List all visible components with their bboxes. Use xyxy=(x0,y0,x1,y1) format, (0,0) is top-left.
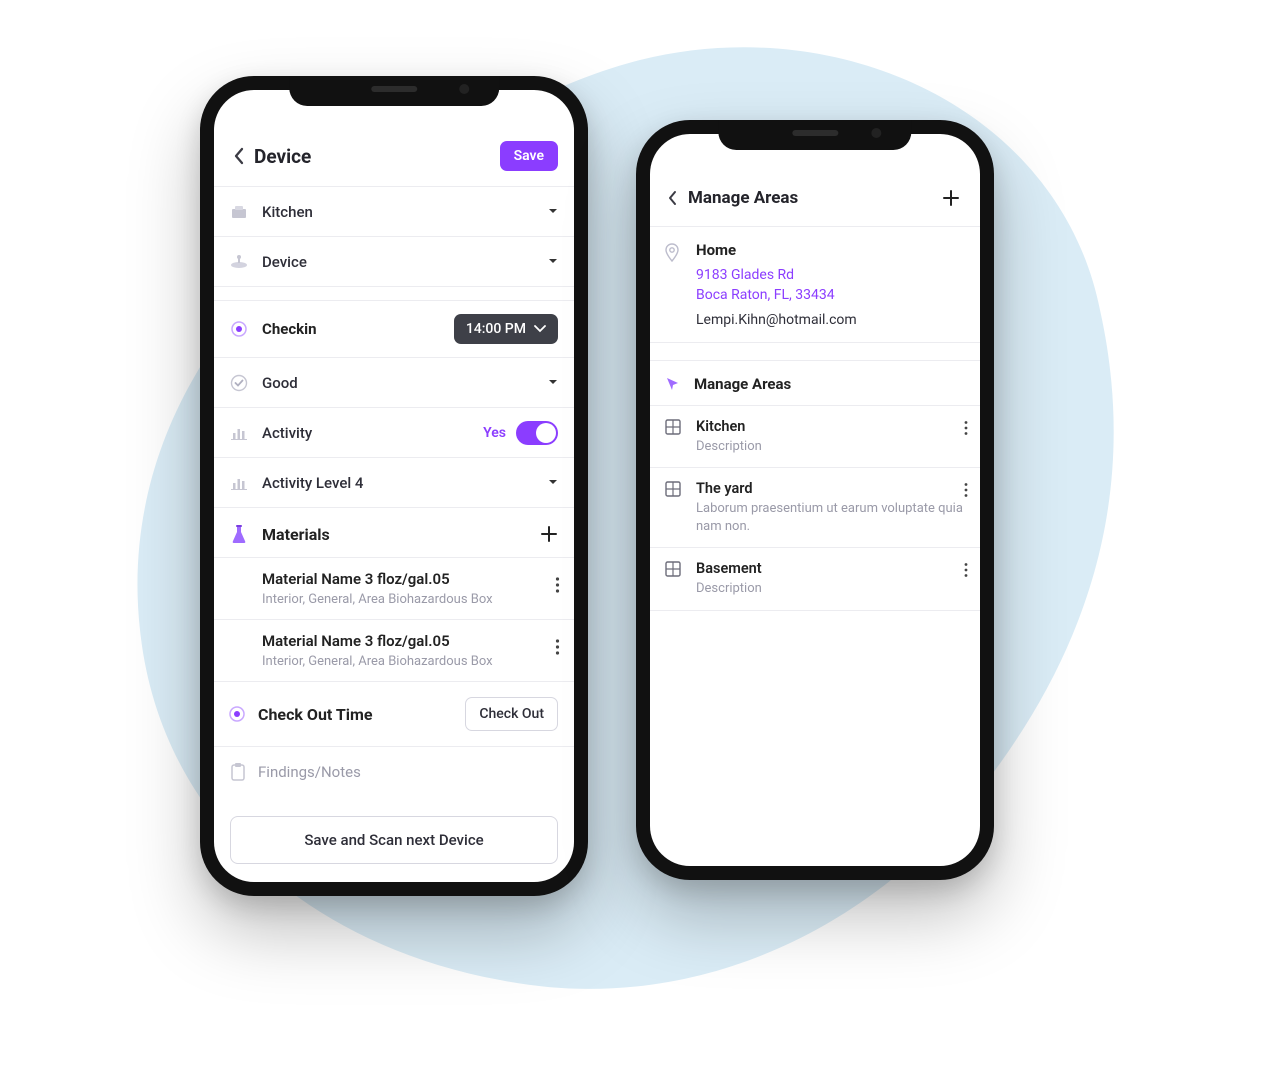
checkout-row: Check Out Time Check Out xyxy=(214,682,574,747)
activity-toggle[interactable] xyxy=(516,421,558,445)
check-badge-icon xyxy=(228,372,250,394)
area-subtitle: Laborum praesentium ut earum voluptate q… xyxy=(696,500,964,535)
material-title: Material Name 3 floz/gal.05 xyxy=(262,570,558,588)
area-title: Basement xyxy=(696,560,964,577)
activity-row: Activity Yes xyxy=(214,408,574,458)
notes-field[interactable]: Findings/Notes xyxy=(214,747,574,797)
layout-icon xyxy=(664,560,682,578)
area-subtitle: Description xyxy=(696,438,964,456)
row-label: Good xyxy=(262,374,536,392)
checkout-button[interactable]: Check Out xyxy=(465,697,558,731)
plus-icon xyxy=(942,189,960,207)
area-item[interactable]: Kitchen Description xyxy=(650,406,980,469)
caret-down-icon xyxy=(548,479,558,486)
add-material-button[interactable] xyxy=(540,525,558,543)
home-name: Home xyxy=(696,241,857,259)
device-icon xyxy=(228,251,250,273)
area-subtitle: Description xyxy=(696,580,964,598)
area-title: Kitchen xyxy=(696,418,964,435)
page-title: Manage Areas xyxy=(688,188,936,208)
pin-icon xyxy=(664,241,684,328)
more-menu-button[interactable] xyxy=(964,482,968,498)
areas-section-title: Manage Areas xyxy=(694,375,791,393)
area-title: The yard xyxy=(696,480,964,497)
materials-header-row: Materials xyxy=(214,508,574,558)
more-menu-button[interactable] xyxy=(964,420,968,436)
back-button[interactable] xyxy=(222,140,254,172)
chevron-left-icon xyxy=(233,147,244,165)
row-label: Activity Level 4 xyxy=(262,474,536,492)
section-gap xyxy=(650,343,980,361)
chevron-down-icon xyxy=(534,325,546,333)
material-title: Material Name 3 floz/gal.05 xyxy=(262,632,558,650)
material-item[interactable]: Material Name 3 floz/gal.05 Interior, Ge… xyxy=(214,558,574,620)
cursor-icon xyxy=(664,375,682,393)
kitchen-selector[interactable]: Kitchen xyxy=(214,187,574,237)
add-area-button[interactable] xyxy=(936,183,966,213)
home-info-block: Home 9183 Glades Rd Boca Raton, FL, 3343… xyxy=(650,227,980,343)
notes-placeholder: Findings/Notes xyxy=(258,763,361,781)
caret-down-icon xyxy=(548,208,558,215)
more-menu-button[interactable] xyxy=(555,576,560,594)
page-title: Device xyxy=(254,145,500,168)
section-gap xyxy=(214,287,574,301)
material-item[interactable]: Material Name 3 floz/gal.05 Interior, Ge… xyxy=(214,620,574,682)
area-item[interactable]: Basement Description xyxy=(650,548,980,611)
room-icon xyxy=(228,201,250,223)
row-label: Activity xyxy=(262,424,471,442)
phone-notch xyxy=(289,76,499,106)
flask-icon xyxy=(228,523,250,545)
material-subtitle: Interior, General, Area Biohazardous Box xyxy=(262,654,558,669)
area-item[interactable]: The yard Laborum praesentium ut earum vo… xyxy=(650,468,980,548)
activity-level-selector[interactable]: Activity Level 4 xyxy=(214,458,574,508)
save-scan-next-button[interactable]: Save and Scan next Device xyxy=(230,816,558,864)
phone-manage-areas: Manage Areas Home 9183 Glades Rd Boca Ra… xyxy=(636,120,994,880)
checkin-row: Checkin 14:00 PM xyxy=(214,301,574,358)
layout-icon xyxy=(664,418,682,436)
bar-chart-icon xyxy=(228,422,250,444)
row-label: Kitchen xyxy=(262,203,536,221)
more-menu-button[interactable] xyxy=(964,562,968,578)
target-icon xyxy=(228,318,250,340)
materials-title: Materials xyxy=(262,525,528,544)
home-address[interactable]: 9183 Glades Rd Boca Raton, FL, 33434 xyxy=(696,265,857,306)
phone-device-form: Device Save Kitchen Device xyxy=(200,76,588,896)
home-email: Lempi.Kihn@hotmail.com xyxy=(696,312,857,328)
save-button[interactable]: Save xyxy=(500,141,558,171)
caret-down-icon xyxy=(548,379,558,386)
chevron-left-icon xyxy=(667,190,677,206)
bar-chart-icon xyxy=(228,472,250,494)
back-button[interactable] xyxy=(656,182,688,214)
device-selector[interactable]: Device xyxy=(214,237,574,287)
more-menu-button[interactable] xyxy=(555,638,560,656)
row-label: Checkin xyxy=(262,320,442,338)
areas-section-header: Manage Areas xyxy=(650,361,980,406)
layout-icon xyxy=(664,480,682,498)
checkin-time-value: 14:00 PM xyxy=(466,321,526,337)
checkout-label: Check Out Time xyxy=(258,705,453,724)
clipboard-icon xyxy=(230,762,246,782)
header: Device Save xyxy=(214,130,574,187)
target-icon xyxy=(228,705,246,723)
row-label: Device xyxy=(262,253,536,271)
checkin-time-picker[interactable]: 14:00 PM xyxy=(454,314,558,344)
material-subtitle: Interior, General, Area Biohazardous Box xyxy=(262,592,558,607)
caret-down-icon xyxy=(548,258,558,265)
good-selector[interactable]: Good xyxy=(214,358,574,408)
header: Manage Areas xyxy=(650,174,980,227)
phone-notch xyxy=(718,120,911,150)
activity-yes-label: Yes xyxy=(483,425,506,441)
